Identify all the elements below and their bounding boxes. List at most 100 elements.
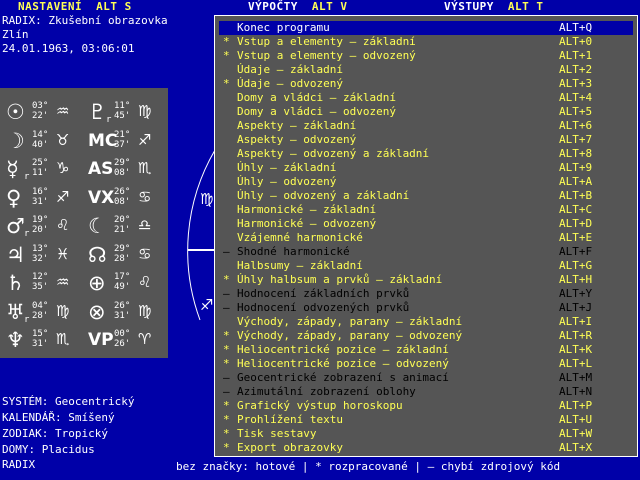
status-mark: * bbox=[223, 273, 230, 286]
planet-left-degree: 03° bbox=[32, 101, 49, 111]
status-legend: bez značky: hotové | * rozpracované | – … bbox=[176, 460, 561, 473]
planet-right-degree: 26° bbox=[114, 186, 131, 197]
menu-item-18[interactable]: * Úhly halbsum a prvků – základní ALT+H bbox=[219, 273, 633, 287]
menu-item-11[interactable]: Úhly – odvozený ALT+A bbox=[219, 175, 633, 189]
menu-item-hotkey: ALT+Y bbox=[559, 287, 593, 300]
menu-item-hotkey: ALT+4 bbox=[559, 91, 593, 104]
planet-left-degree: 15° bbox=[32, 329, 49, 339]
menu-vystupy[interactable]: VÝSTUPY ALT T bbox=[444, 0, 543, 14]
menu-item-label: Aspekty – odvozený a základní bbox=[237, 147, 430, 160]
menu-item-27[interactable]: * Grafický výstup horoskopu ALT+P bbox=[219, 399, 633, 413]
menu-item-label: Shodné harmonické bbox=[237, 245, 350, 258]
planet-left-retrograde: r bbox=[24, 229, 30, 239]
planet-right-minute: 49' bbox=[114, 282, 131, 292]
menu-item-12[interactable]: Úhly – odvozený a základní ALT+B bbox=[219, 189, 633, 203]
radix-datetime: 24.01.1963, 03:06:01 bbox=[2, 42, 135, 55]
menu-item-28[interactable]: * Prohlížení textu ALT+U bbox=[219, 413, 633, 427]
zodiac-setting: ZODIAK: Tropický bbox=[2, 427, 108, 440]
menu-item-5[interactable]: Domy a vládci – základní ALT+4 bbox=[219, 91, 633, 105]
planet-right-degree: 17° bbox=[114, 272, 131, 282]
menu-item-2[interactable]: * Vstup a elementy – odvozený ALT+1 bbox=[219, 49, 633, 63]
menu-item-9[interactable]: Aspekty – odvozený a základní ALT+8 bbox=[219, 147, 633, 161]
menu-item-25[interactable]: – Geocentrické zobrazení s animací ALT+M bbox=[219, 371, 633, 385]
menu-item-label: Aspekty – odvozený bbox=[237, 133, 357, 146]
menu-item-label: Úhly – základní bbox=[237, 161, 337, 174]
menu-label: NASTAVENÍ bbox=[18, 0, 83, 13]
menu-item-7[interactable]: Aspekty – základní ALT+6 bbox=[219, 119, 633, 133]
menu-item-hotkey: ALT+E bbox=[559, 231, 593, 244]
virgo-sign: ♍ bbox=[200, 190, 213, 208]
planet-left-glyph: ♂ bbox=[6, 214, 25, 238]
status-mark: * bbox=[223, 427, 230, 440]
planet-left-retrograde: r bbox=[24, 172, 30, 182]
menu-item-hotkey: ALT+H bbox=[559, 273, 593, 286]
menu-item-21[interactable]: Východy, západy, parany – základní ALT+I bbox=[219, 315, 633, 329]
menu-item-24[interactable]: * Heliocentrické pozice – odvozený ALT+L bbox=[219, 357, 633, 371]
menu-item-29[interactable]: * Tisk sestavy ALT+W bbox=[219, 427, 633, 441]
menu-item-10[interactable]: Úhly – základní ALT+9 bbox=[219, 161, 633, 175]
menu-item-label: Vzájemné harmonické bbox=[237, 231, 363, 244]
planet-right-sign: ♍ bbox=[138, 301, 152, 320]
menu-item-label: Export obrazovky bbox=[237, 441, 343, 454]
planet-right-sign: ♋ bbox=[138, 187, 152, 206]
planet-left-sign: ♍ bbox=[56, 301, 70, 320]
menu-item-hotkey: ALT+Q bbox=[559, 21, 593, 34]
menu-item-hotkey: ALT+A bbox=[559, 175, 593, 188]
menu-item-15[interactable]: Vzájemné harmonické ALT+E bbox=[219, 231, 633, 245]
planet-right-sign: ♍ bbox=[138, 102, 152, 120]
planet-right-sign: ♏ bbox=[138, 159, 152, 177]
horoscope-wheel: ♍ ♐ bbox=[187, 149, 216, 321]
menu-nastaveni[interactable]: NASTAVENÍ ALT S bbox=[18, 0, 200, 14]
menu-item-13[interactable]: Harmonické – základní ALT+C bbox=[219, 203, 633, 217]
menu-item-14[interactable]: Harmonické – odvozený ALT+D bbox=[219, 217, 633, 231]
menu-item-4[interactable]: * Údaje – odvozený ALT+3 bbox=[219, 77, 633, 91]
menu-item-label: Grafický výstup horoskopu bbox=[237, 399, 403, 412]
planet-left-degree: 19° bbox=[32, 215, 49, 225]
menu-item-6[interactable]: Domy a vládci – odvozený ALT+5 bbox=[219, 105, 633, 119]
menu-item-hotkey: ALT+6 bbox=[559, 119, 593, 132]
menu-item-hotkey: ALT+X bbox=[559, 441, 593, 454]
menu-item-26[interactable]: – Azimutální zobrazení oblohy ALT+N bbox=[219, 385, 633, 399]
menu-item-17[interactable]: Halbsumy – základní ALT+G bbox=[219, 259, 633, 273]
menu-item-hotkey: ALT+P bbox=[559, 399, 593, 412]
menu-item-label: Heliocentrické pozice – základní bbox=[237, 343, 449, 356]
status-mark: – bbox=[223, 371, 230, 384]
planet-right-degree: 11° bbox=[114, 101, 131, 111]
planet-right-minute: 08' bbox=[114, 196, 131, 207]
menu-item-0[interactable]: Konec programu ALT+Q bbox=[219, 21, 633, 35]
menu-item-8[interactable]: Aspekty – odvozený ALT+7 bbox=[219, 133, 633, 147]
status-mark: * bbox=[223, 413, 230, 426]
planet-right-degree: 26° bbox=[114, 300, 131, 311]
menu-item-20[interactable]: – Hodnocení odvozených prvků ALT+J bbox=[219, 301, 633, 315]
menu-label: VÝPOČTY bbox=[248, 0, 298, 13]
planet-left-minute: 31' bbox=[32, 196, 49, 207]
menu-item-label: Tisk sestavy bbox=[237, 427, 317, 440]
planet-left-degree: 25° bbox=[32, 158, 49, 168]
menu-item-label: Azimutální zobrazení oblohy bbox=[237, 385, 416, 398]
menu-item-hotkey: ALT+W bbox=[559, 427, 593, 440]
radix-title: RADIX: Zkušební obrazovka bbox=[2, 14, 168, 27]
planet-right-degree: 20° bbox=[114, 215, 131, 225]
planet-right-glyph: ⊗ bbox=[88, 299, 106, 324]
menu-item-23[interactable]: * Heliocentrické pozice – základní ALT+K bbox=[219, 343, 633, 357]
menu-vypocty[interactable]: VÝPOČTY ALT V bbox=[248, 0, 347, 14]
menu-item-label: Harmonické – odvozený bbox=[237, 217, 377, 230]
menu-item-30[interactable]: * Export obrazovky ALT+X bbox=[219, 441, 633, 455]
planet-left-glyph: ☉ bbox=[6, 100, 25, 124]
planet-right-glyph: MC bbox=[88, 130, 118, 151]
status-mark: * bbox=[223, 35, 230, 48]
menu-item-label: Údaje – odvozený bbox=[237, 77, 343, 90]
sagittarius-sign: ♐ bbox=[200, 296, 213, 314]
vypocty-dropdown-menu: Konec programu ALT+Q * Vstup a elementy – z… bbox=[214, 15, 638, 457]
menu-hotkey: ALT T bbox=[507, 0, 544, 13]
menu-item-label: Konec programu bbox=[237, 21, 330, 34]
menu-item-16[interactable]: – Shodné harmonické ALT+F bbox=[219, 245, 633, 259]
menu-item-1[interactable]: * Vstup a elementy – základní ALT+0 bbox=[219, 35, 633, 49]
menu-item-3[interactable]: Údaje – základní ALT+2 bbox=[219, 63, 633, 77]
planet-right-glyph: AS bbox=[88, 159, 114, 179]
menu-item-label: Heliocentrické pozice – odvozený bbox=[237, 357, 449, 370]
menu-item-22[interactable]: * Východy, západy, parany – odvozený ALT+R bbox=[219, 329, 633, 343]
menu-item-19[interactable]: – Hodnocení základních prvků ALT+Y bbox=[219, 287, 633, 301]
menu-hotkey: ALT V bbox=[311, 0, 348, 13]
planet-left-sign: ♒ bbox=[56, 102, 70, 120]
